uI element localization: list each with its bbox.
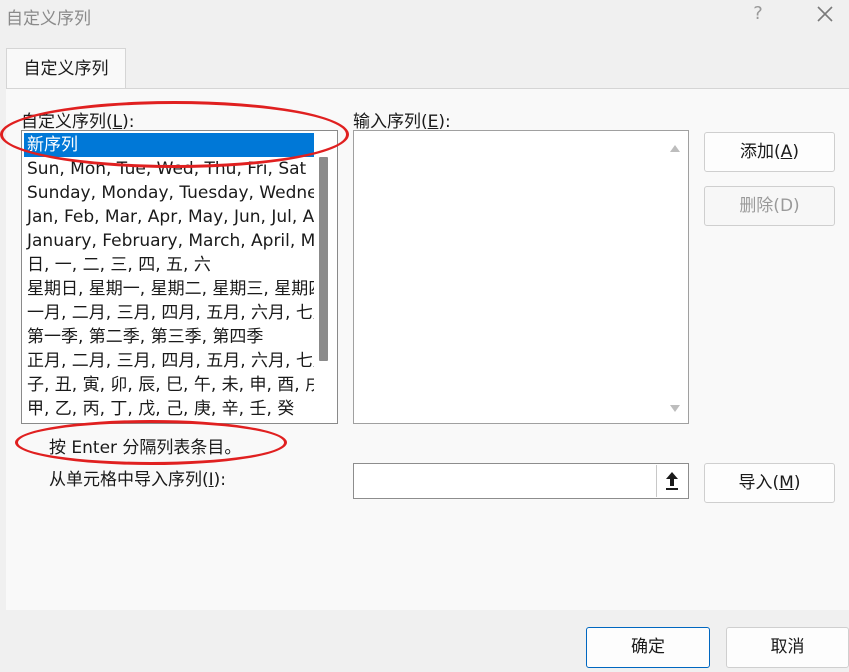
add-button-text: 添加( <box>740 142 781 162</box>
import-label: 从单元格中导入序列(I): <box>49 465 226 490</box>
help-button[interactable]: ? <box>750 3 766 24</box>
list-entries-label-accesskey: E <box>427 112 439 132</box>
import-button-text: 导入( <box>738 473 780 493</box>
scroll-down-arrow-icon[interactable] <box>669 404 681 414</box>
import-label-text: 从单元格中导入序列( <box>49 470 209 490</box>
tab-custom-lists[interactable]: 自定义序列 <box>6 48 126 88</box>
list-item[interactable]: 星期日, 星期一, 星期二, 星期三, 星期四, 星期五, 星期六 <box>24 277 314 301</box>
list-entries-textarea[interactable] <box>353 130 689 424</box>
list-scrollbar-thumb[interactable] <box>319 157 328 361</box>
list-item[interactable]: 子, 丑, 寅, 卯, 辰, 巳, 午, 未, 申, 酉, 戌, 亥 <box>24 373 314 397</box>
import-range-field[interactable] <box>353 463 689 499</box>
cancel-button[interactable]: 取消 <box>726 627 849 668</box>
list-item[interactable]: 正月, 二月, 三月, 四月, 五月, 六月, 七月, 八月, 九月, 十月, … <box>24 349 314 373</box>
import-button[interactable]: 导入(M) <box>704 463 835 503</box>
list-item[interactable]: 日, 一, 二, 三, 四, 五, 六 <box>24 253 314 277</box>
list-item[interactable]: 甲, 乙, 丙, 丁, 戊, 己, 庚, 辛, 壬, 癸 <box>24 397 314 421</box>
hint-text: 按 Enter 分隔列表条目。 <box>49 438 242 458</box>
add-button-accesskey: A <box>780 142 793 162</box>
scroll-up-arrow-icon[interactable] <box>669 143 681 153</box>
list-entries-label: 输入序列(E): <box>353 107 451 132</box>
list-item[interactable]: 新序列 <box>24 133 314 157</box>
arrow-up-icon <box>666 472 678 490</box>
import-label-suffix: ): <box>213 470 227 490</box>
collapse-dialog-button[interactable] <box>656 465 687 497</box>
list-item[interactable]: 一月, 二月, 三月, 四月, 五月, 六月, 七月, 八月, 九月, 十月, … <box>24 301 314 325</box>
close-icon <box>817 6 833 22</box>
window-title: 自定义序列 <box>6 9 91 29</box>
custom-lists-label-suffix: ): <box>122 112 135 132</box>
list-item[interactable]: Sunday, Monday, Tuesday, Wednesday, Thur… <box>24 181 314 205</box>
list-entries-label-suffix: ): <box>438 112 451 132</box>
title-bar: 自定义序列 ? <box>0 0 849 36</box>
dialog-footer <box>0 610 849 672</box>
custom-lists-label-accesskey: L <box>112 112 123 132</box>
import-button-accesskey: M <box>779 473 794 493</box>
list-item[interactable]: 第一季, 第二季, 第三季, 第四季 <box>24 325 314 349</box>
list-item[interactable]: Sun, Mon, Tue, Wed, Thu, Fri, Sat <box>24 157 314 181</box>
custom-lists-label: 自定义序列(L): <box>21 107 135 132</box>
add-button-suffix: ) <box>792 142 799 162</box>
ok-button[interactable]: 确定 <box>586 627 710 668</box>
close-button[interactable] <box>813 4 837 26</box>
tab-strip: 自定义序列 <box>0 36 849 88</box>
custom-lists-label-text: 自定义序列( <box>21 112 113 132</box>
custom-lists-listbox[interactable]: 新序列 Sun, Mon, Tue, Wed, Thu, Fri, Sat Su… <box>21 130 338 424</box>
list-item[interactable]: January, February, March, April, May, Ju… <box>24 229 314 253</box>
add-button[interactable]: 添加(A) <box>704 132 835 172</box>
import-button-suffix: ) <box>793 473 801 493</box>
list-item[interactable]: Jan, Feb, Mar, Apr, May, Jun, Jul, Aug, … <box>24 205 314 229</box>
list-entries-label-text: 输入序列( <box>353 112 428 132</box>
delete-button[interactable]: 删除(D) <box>704 186 835 226</box>
